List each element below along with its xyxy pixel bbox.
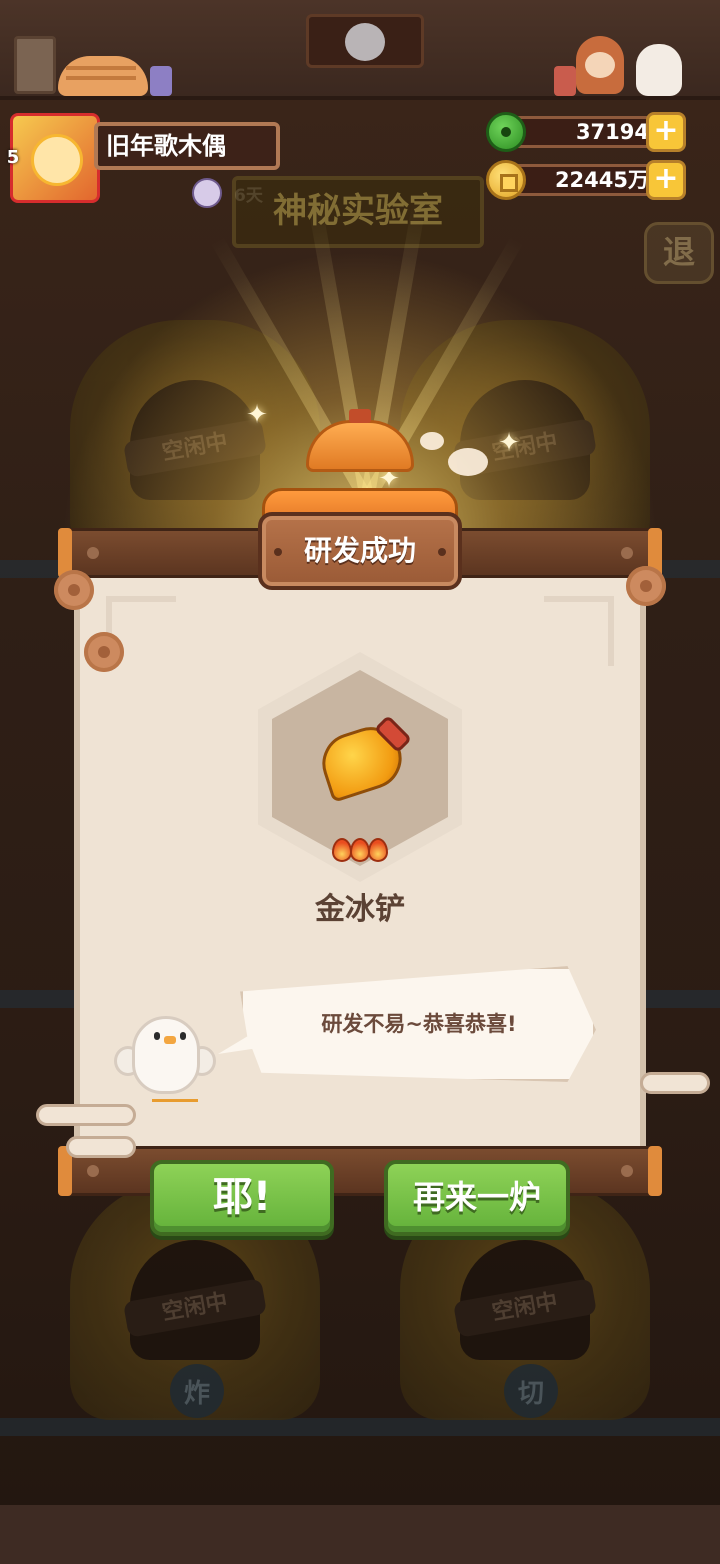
paw-frame-icon	[14, 36, 56, 94]
player-name: 旧年歌木偶	[94, 122, 280, 170]
result-title-text: 研发成功	[303, 534, 416, 567]
white-cat-icon	[636, 44, 682, 96]
add-jade-button[interactable]: +	[646, 112, 686, 152]
fire-rank-icon	[332, 838, 352, 862]
game-screen: 空闲中 空闲中 空闲中 空闲中 炸 切 5 旧年歌木偶 6天 37194 + 2…	[0, 0, 720, 1564]
scroll-bottom-rod	[58, 1146, 662, 1196]
gold-currency: 22445万 +	[486, 160, 686, 200]
knot-ornament	[544, 596, 614, 666]
fire-rank-icon	[350, 838, 370, 862]
lab-title: 神秘实验室	[232, 176, 484, 248]
congrats-message: 研发不易~恭喜恭喜!	[321, 1012, 517, 1036]
chef-character-icon	[576, 36, 624, 94]
sparkle-icon: ✦	[246, 400, 268, 430]
jade-coin-icon	[486, 112, 526, 152]
smoke-icon	[448, 448, 488, 476]
fry-badge: 炸	[170, 1364, 224, 1418]
jar-icon	[554, 66, 576, 96]
yay-button[interactable]: 耶!	[150, 1160, 334, 1236]
item-name: 金冰铲	[315, 892, 405, 927]
shelf-stripe	[0, 1418, 720, 1436]
flower-ornament-icon	[626, 566, 666, 606]
cloud-ornament-icon	[640, 1072, 710, 1094]
owl-sign-icon	[306, 14, 424, 68]
cloud-ornament-icon	[36, 1104, 136, 1126]
chick-eye	[180, 1032, 186, 1040]
add-gold-button[interactable]: +	[646, 160, 686, 200]
chick-feet	[152, 1090, 198, 1102]
jade-currency: 37194 +	[486, 112, 686, 152]
jade-amount: 37194	[506, 116, 662, 148]
flower-ornament-icon	[84, 632, 124, 672]
chick-mascot-icon	[132, 1016, 200, 1094]
fire-rank-icon	[368, 838, 388, 862]
vip-avatar-icon[interactable]	[192, 178, 222, 208]
chick-beak	[164, 1036, 176, 1044]
chick-eye	[154, 1032, 160, 1040]
flower-ornament-icon	[54, 570, 94, 610]
gold-coin-icon	[486, 160, 526, 200]
gold-amount: 22445万	[506, 164, 662, 196]
floor	[0, 1505, 720, 1564]
jar-icon	[150, 66, 172, 96]
cut-badge: 切	[504, 1364, 558, 1418]
tabby-cat-icon	[58, 56, 148, 96]
brew-again-button[interactable]: 再来一炉	[384, 1160, 570, 1236]
smoke-icon	[420, 432, 444, 450]
cloud-ornament-icon	[66, 1136, 136, 1158]
sparkle-icon: ✦	[498, 428, 520, 458]
result-title: 研发成功	[258, 512, 462, 590]
level-badge: 5	[6, 147, 20, 168]
